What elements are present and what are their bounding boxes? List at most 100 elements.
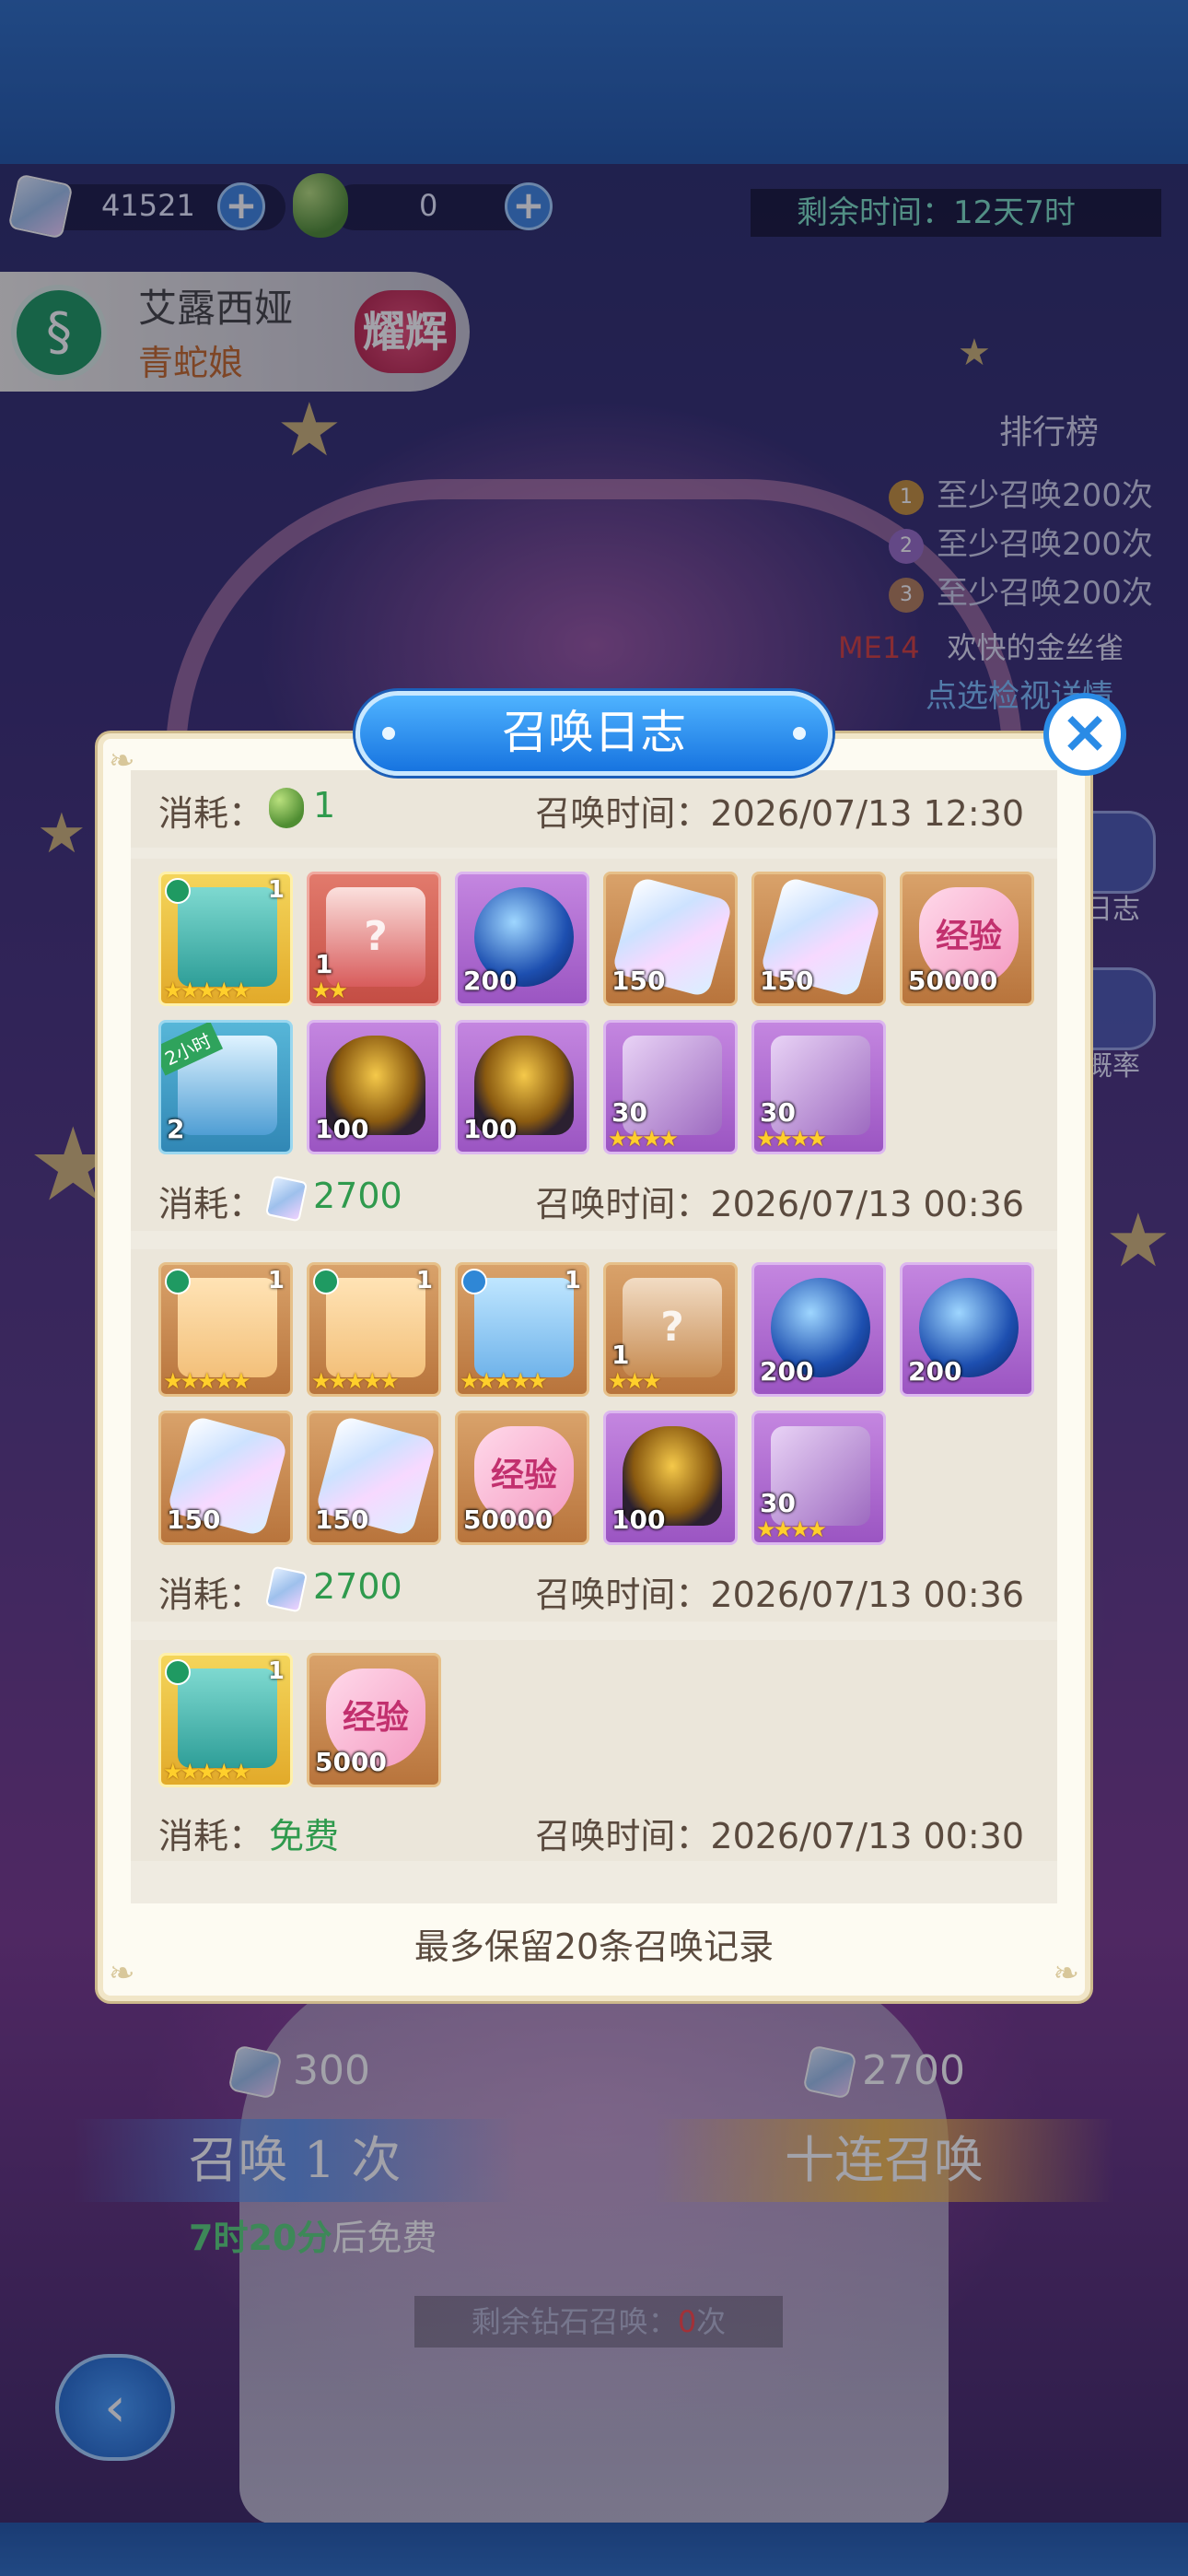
star-rating: ★★★★★ [311, 1368, 400, 1394]
faction-icon [461, 1269, 487, 1294]
item-level: 1 [267, 876, 285, 904]
summon-time: 召唤时间：2026/07/13 00:36 [535, 1176, 1024, 1226]
item-glyph: ? [364, 913, 388, 960]
item-glyph [178, 887, 277, 987]
faction-icon [165, 1659, 191, 1685]
time-label: 召唤时间： [535, 1575, 711, 1615]
reward-item[interactable]: ★★★★ 30 [751, 1411, 886, 1545]
item-quantity: 100 [611, 1505, 666, 1535]
star-rating: ★★★★★ [163, 1759, 251, 1785]
faction-icon [165, 1269, 191, 1294]
item-quantity: 150 [760, 966, 814, 996]
close-icon[interactable]: × [1043, 693, 1126, 776]
dialog-title-text: 召唤日志 [502, 706, 686, 759]
time-value: 2026/07/13 00:36 [710, 1184, 1024, 1224]
cost-value: 2700 [264, 1565, 402, 1612]
item-level: 1 [564, 1267, 581, 1294]
hero-portrait-icon [178, 1278, 277, 1377]
cost-label: 消耗： [158, 793, 264, 834]
reward-item[interactable]: 1 ★★★★★ [158, 1653, 293, 1787]
mystery-box-icon: ? [326, 887, 425, 987]
grape-icon [269, 787, 304, 828]
time-value: 2026/07/13 12:30 [710, 793, 1024, 834]
log-entry: 1 ★★★★★ 经验 5000 消耗： 免费 召唤时间：2026/07/13 00:3… [131, 1640, 1057, 1861]
reward-item[interactable]: ? ★★★ 1 [603, 1262, 738, 1397]
reward-item[interactable]: 1 ★★★★★ [455, 1262, 589, 1397]
log-entry: 1 ★★★★★ 1 ★★★★★ 1 ★★★★★ ? ★★★ 1 200 200 150 150 经验 500… [131, 1249, 1057, 1622]
diamond-icon [264, 1175, 309, 1222]
item-glyph [178, 1669, 277, 1768]
item-quantity: 150 [315, 1505, 369, 1535]
cost-amount: 1 [313, 785, 336, 825]
item-quantity: 50000 [908, 966, 998, 996]
cost-value: 1 [269, 785, 335, 828]
title-ornament-icon [382, 727, 395, 740]
reward-item[interactable]: 150 [307, 1411, 441, 1545]
log-entry: 消耗： 1 召唤时间：2026/07/13 12:30 [131, 770, 1057, 848]
item-level: 1 [267, 1267, 285, 1294]
item-quantity: 1 [315, 949, 333, 979]
reward-item[interactable]: 1 ★★★★★ [307, 1262, 441, 1397]
star-rating: ★★★★★ [163, 1368, 251, 1394]
item-quantity: 200 [463, 966, 518, 996]
reward-item[interactable]: ★★★★ 30 [603, 1020, 738, 1154]
reward-item[interactable]: 200 [455, 872, 589, 1006]
reward-item[interactable]: 100 [307, 1020, 441, 1154]
star-rating: ★★★★ [756, 1516, 827, 1542]
cost-label: 消耗： [158, 1184, 264, 1224]
title-ornament-icon [793, 727, 806, 740]
reward-item[interactable]: 100 [603, 1411, 738, 1545]
item-glyph [474, 1278, 574, 1377]
time-label: 召唤时间： [535, 1816, 711, 1856]
item-quantity: 100 [463, 1114, 518, 1144]
star-rating: ★★★★★ [460, 1368, 548, 1394]
item-quantity: 1 [611, 1340, 630, 1370]
reward-item[interactable]: 经验 50000 [900, 872, 1034, 1006]
reward-item[interactable]: 1 ★★★★★ [158, 872, 293, 1006]
item-quantity: 150 [167, 1505, 221, 1535]
mystery-box-icon: ? [623, 1278, 722, 1377]
entry-meta: 消耗： 免费 召唤时间：2026/07/13 00:30 [131, 1800, 1057, 1856]
reward-item[interactable]: 经验 50000 [455, 1411, 589, 1545]
reward-item[interactable]: 200 [900, 1262, 1034, 1397]
item-quantity: 100 [315, 1114, 369, 1144]
star-rating: ★★★★ [608, 1126, 679, 1152]
reward-item[interactable]: 2小时 2 [158, 1020, 293, 1154]
item-quantity: 50000 [463, 1505, 553, 1535]
summon-time: 召唤时间：2026/07/13 00:36 [535, 1566, 1024, 1617]
entry-meta: 消耗： 2700 召唤时间：2026/07/13 00:36 [131, 1168, 1057, 1224]
reward-item[interactable]: ★★★★ 30 [751, 1020, 886, 1154]
reward-item[interactable]: 100 [455, 1020, 589, 1154]
reward-item[interactable]: 200 [751, 1262, 886, 1397]
cost-value: 免费 [269, 1816, 340, 1856]
item-glyph [326, 1278, 425, 1377]
item-quantity: 30 [760, 1097, 796, 1128]
item-level: 1 [267, 1657, 285, 1685]
item-quantity: 200 [908, 1356, 962, 1387]
hero-portrait-icon [178, 1669, 277, 1768]
summon-time: 召唤时间：2026/07/13 12:30 [535, 785, 1024, 836]
hero-portrait-icon [326, 1278, 425, 1377]
diamond-icon [264, 1565, 309, 1612]
item-quantity: 200 [760, 1356, 814, 1387]
entry-meta: 消耗： 1 召唤时间：2026/07/13 12:30 [131, 778, 1057, 836]
cost-label: 消耗： [158, 1816, 264, 1856]
log-list[interactable]: 消耗： 1 召唤时间：2026/07/13 12:30 1 ★★★★★? ★★ 1 20… [131, 770, 1057, 1903]
item-quantity: 2 [167, 1114, 185, 1144]
time-label: 召唤时间： [535, 793, 711, 834]
star-rating: ★★★ [608, 1368, 662, 1394]
hero-portrait-icon [178, 887, 277, 987]
reward-item[interactable]: 1 ★★★★★ [158, 1262, 293, 1397]
star-rating: ★★★★ [756, 1126, 827, 1152]
item-glyph: ? [660, 1304, 684, 1351]
reward-item[interactable]: 150 [751, 872, 886, 1006]
reward-item[interactable]: ? ★★ 1 [307, 872, 441, 1006]
log-entry: 1 ★★★★★? ★★ 1 200 150 150 经验 50000 2小时 2 100 100 ★★★★… [131, 859, 1057, 1231]
cost-value: 2700 [264, 1175, 402, 1222]
item-quantity: 150 [611, 966, 666, 996]
faction-icon [165, 878, 191, 904]
item-glyph [178, 1278, 277, 1377]
reward-item[interactable]: 150 [158, 1411, 293, 1545]
reward-item[interactable]: 经验 5000 [307, 1653, 441, 1787]
reward-item[interactable]: 150 [603, 872, 738, 1006]
